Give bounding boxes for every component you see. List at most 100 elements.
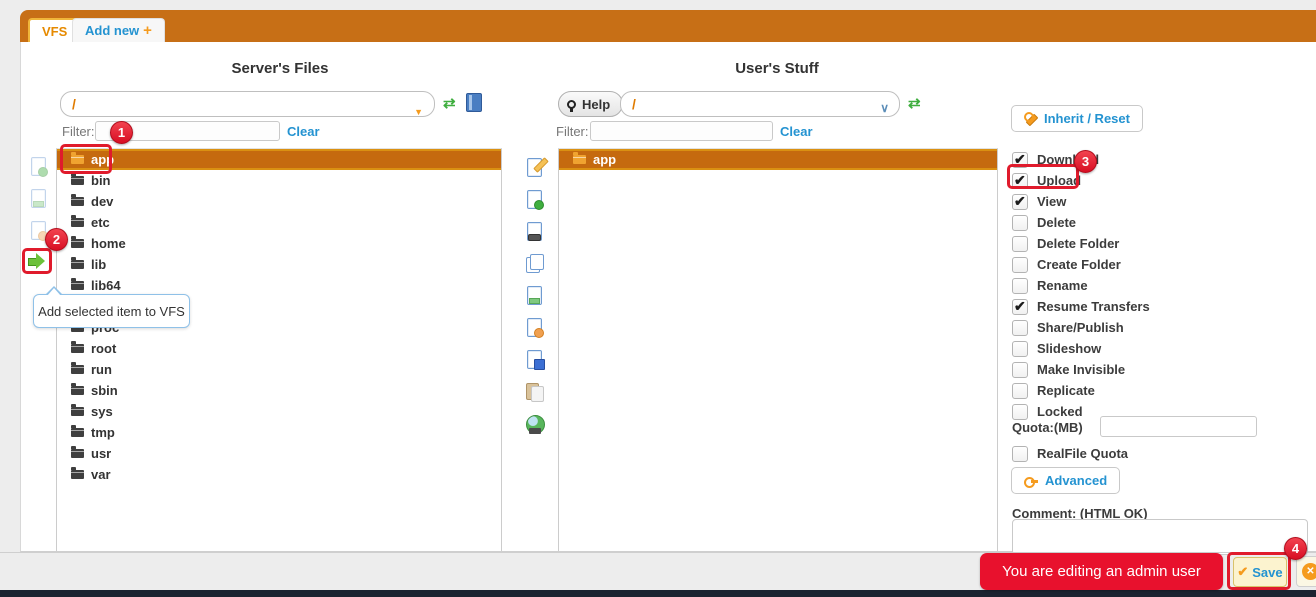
tree-row-etc[interactable]: etc <box>57 212 501 233</box>
checkbox-make-invisible[interactable] <box>1012 361 1028 378</box>
tree-row-app[interactable]: app <box>57 149 501 170</box>
tree-row-dev[interactable]: dev <box>57 191 501 212</box>
tree-row-sbin[interactable]: sbin <box>57 380 501 401</box>
tree-row-label: dev <box>91 194 114 209</box>
tree-row-label: usr <box>91 446 112 461</box>
chevron-down-icon: ∨ <box>880 101 889 115</box>
tab-add-new[interactable]: Add new + <box>72 18 165 42</box>
tree-row-app[interactable]: app <box>559 149 997 170</box>
tab-add-new-label: Add new <box>85 23 140 38</box>
permission-row: Delete Folder <box>1012 233 1119 254</box>
tree-row-bin[interactable]: bin <box>57 170 501 191</box>
annotation-rect-upload <box>1007 164 1079 189</box>
folder-icon <box>71 467 84 479</box>
checkbox-create-folder[interactable] <box>1012 256 1028 273</box>
refresh-icon[interactable]: ⇄ <box>908 96 921 112</box>
tree-row-usr[interactable]: usr <box>57 443 501 464</box>
annotation-rect-arrow <box>22 248 52 274</box>
folder-icon <box>71 215 84 227</box>
copy-file-icon[interactable] <box>526 254 544 274</box>
annotation-marker-3: 3 <box>1074 150 1097 173</box>
checkbox-view[interactable] <box>1012 193 1028 210</box>
checkbox-replicate[interactable] <box>1012 382 1028 399</box>
checkbox-rename[interactable] <box>1012 277 1028 294</box>
folder-icon <box>71 341 84 353</box>
advanced-button[interactable]: Advanced <box>1011 467 1121 494</box>
tree-row-lib[interactable]: lib <box>57 254 501 275</box>
help-button-label: Help <box>582 96 611 112</box>
annotation-rect-app <box>60 144 112 174</box>
folder-icon <box>71 425 84 437</box>
checkbox-delete-folder[interactable] <box>1012 235 1028 252</box>
tree-row-run[interactable]: run <box>57 359 501 380</box>
permission-row: View <box>1012 191 1066 212</box>
quota-label: Quota:(MB) <box>1012 420 1083 435</box>
add-file-icon[interactable] <box>526 190 544 210</box>
permission-label: Make Invisible <box>1037 362 1126 377</box>
comment-textarea[interactable] <box>1012 519 1308 555</box>
archive-file-icon[interactable] <box>526 222 544 242</box>
user-path-select[interactable]: / ∨ <box>620 91 900 117</box>
tree-row-label: run <box>91 362 112 377</box>
server-book-icon[interactable] <box>466 93 482 112</box>
chevron-down-icon: ▼ <box>414 107 423 117</box>
permission-row: Locked <box>1012 401 1083 422</box>
inherit-reset-button[interactable]: Inherit / Reset <box>1011 105 1143 132</box>
users-stuff-title: User's Stuff <box>735 60 819 77</box>
permission-label: Slideshow <box>1037 341 1102 356</box>
server-path-select[interactable]: / ▼ <box>60 91 435 117</box>
quota-input[interactable] <box>1100 416 1257 437</box>
save-file-icon[interactable] <box>526 350 545 370</box>
tree-row-lib64[interactable]: lib64 <box>57 275 501 296</box>
view-file-icon <box>30 189 48 209</box>
tree-row-var[interactable]: var <box>57 464 501 485</box>
user-filter-label: Filter: <box>556 124 589 139</box>
server-files-tree: appbindevetchomeliblib64procrootrunsbins… <box>56 148 502 551</box>
key-icon <box>1024 474 1038 488</box>
checkbox-resume-transfers[interactable] <box>1012 298 1028 315</box>
tree-row-sys[interactable]: sys <box>57 401 501 422</box>
checkbox-slideshow[interactable] <box>1012 340 1028 357</box>
permission-label: Replicate <box>1037 383 1095 398</box>
cancel-button[interactable]: ✕ <box>1296 556 1316 587</box>
server-files-title: Server's Files <box>231 60 329 77</box>
advanced-label: Advanced <box>1045 473 1108 488</box>
view-file-icon[interactable] <box>526 286 544 306</box>
server-clear-link[interactable]: Clear <box>287 124 320 139</box>
website-icon[interactable] <box>526 414 545 434</box>
tree-row-root[interactable]: root <box>57 338 501 359</box>
user-filter-input[interactable] <box>590 121 773 141</box>
admin-warning-notice: You are editing an admin user <box>980 553 1223 590</box>
tooltip-add-to-vfs: Add selected item to VFS <box>33 286 190 328</box>
wrench-icon <box>1024 112 1037 125</box>
permission-row: Resume Transfers <box>1012 296 1150 317</box>
server-filter-label: Filter: <box>62 124 95 139</box>
tree-row-tmp[interactable]: tmp <box>57 422 501 443</box>
paste-icon[interactable] <box>526 382 544 402</box>
annotation-marker-2: 2 <box>45 228 68 251</box>
tree-row-label: lib64 <box>91 278 121 293</box>
server-path-value: / <box>72 96 76 112</box>
refresh-icon[interactable]: ⇄ <box>443 96 456 112</box>
remove-file-icon[interactable] <box>526 318 544 338</box>
checkbox-realfile-quota[interactable] <box>1012 445 1028 462</box>
permission-label: Rename <box>1037 278 1088 293</box>
folder-icon <box>71 236 84 248</box>
user-clear-link[interactable]: Clear <box>780 124 813 139</box>
tree-row-label: tmp <box>91 425 115 440</box>
permission-row: Replicate <box>1012 380 1095 401</box>
permission-label: RealFile Quota <box>1037 446 1129 461</box>
bottom-status-bar <box>0 590 1316 597</box>
checkbox-locked[interactable] <box>1012 403 1028 420</box>
tree-row-home[interactable]: home <box>57 233 501 254</box>
folder-icon <box>71 446 84 458</box>
users-stuff-tree: app <box>558 148 998 551</box>
permission-row: RealFile Quota <box>1012 443 1128 464</box>
edit-file-icon[interactable] <box>526 158 544 178</box>
checkbox-share-publish[interactable] <box>1012 319 1028 336</box>
annotation-marker-1: 1 <box>110 121 133 144</box>
checkbox-delete[interactable] <box>1012 214 1028 231</box>
permission-label: Share/Publish <box>1037 320 1124 335</box>
help-button[interactable]: Help <box>558 91 624 117</box>
user-path-value: / <box>632 96 636 112</box>
